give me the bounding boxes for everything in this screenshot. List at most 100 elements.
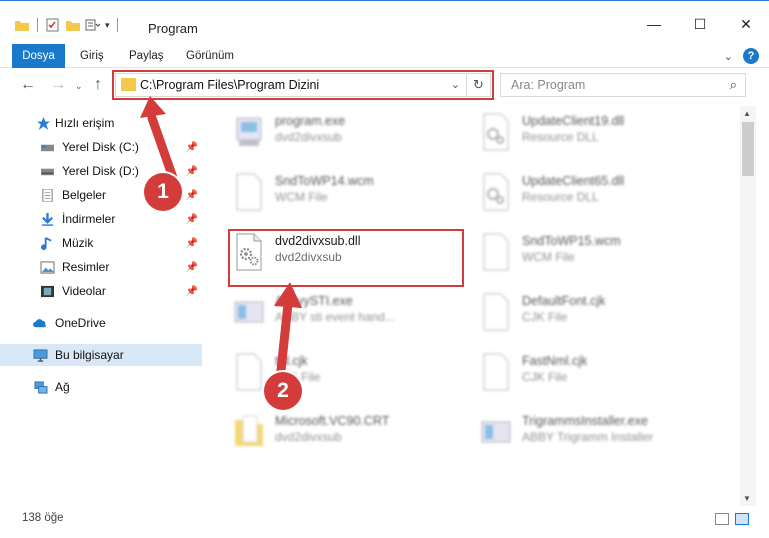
cloud-icon [33,318,46,327]
blank-file-icon [236,353,262,391]
maximize-button[interactable]: ☐ [677,11,723,37]
search-placeholder: Ara: Program [511,78,586,92]
tab-file[interactable]: Dosya [12,44,65,68]
details-view-icon[interactable] [715,513,729,525]
file-item[interactable]: SndToWP15.wcm WCM File [476,226,716,282]
file-name: program.exe [275,114,346,128]
sidebar-item-network[interactable]: Ağ [0,376,202,398]
customize-toolbar-icon[interactable] [85,18,101,32]
tab-share[interactable]: Paylaş [129,44,164,68]
title-bar: ▾ Program — ☐ ✕ [0,0,769,44]
blank-file-icon [483,353,509,391]
file-item[interactable]: TrigrammsInstaller.exe ABBY Trigramm Ins… [476,406,716,462]
file-type: ABBY Trigramm Installer [522,430,654,444]
sidebar-item-label: Ağ [55,380,70,394]
annotation-badge-1: 1 [144,173,182,211]
close-button[interactable]: ✕ [723,11,769,37]
up-arrow-icon[interactable]: ↑ [94,76,102,94]
sidebar-item-onedrive[interactable]: OneDrive [0,312,202,334]
folder-icon [235,415,263,446]
music-icon [41,236,52,250]
minimize-button[interactable]: — [631,11,677,37]
back-arrow-icon[interactable]: ← [20,76,36,94]
file-type: Resource DLL [522,190,599,204]
large-icons-view-icon[interactable] [735,513,749,525]
expand-ribbon-icon[interactable]: ⌄ [724,50,733,63]
drive-icon [41,144,54,151]
search-input[interactable]: Ara: Program ⌕ [500,73,746,97]
file-type: CJK File [522,370,568,384]
file-item[interactable]: FastNml.cjk CJK File [476,346,716,402]
file-name: FastNml.cjk [522,354,588,368]
file-type: WCM File [522,250,575,264]
ribbon-tabs: Dosya Giriş Paylaş Görünüm ⌄ ? [0,44,769,68]
scrollbar-thumb[interactable] [742,122,754,176]
forward-arrow-icon[interactable]: → [50,76,66,94]
sidebar-item-music[interactable]: Müzik 📌 [0,232,202,254]
sidebar-item-label: Yerel Disk (D:) [62,164,139,178]
file-item[interactable]: program.exe dvd2divxsub [229,106,469,162]
sidebar-item-label: Belgeler [62,188,107,202]
drive-icon [41,168,54,175]
scroll-up-icon[interactable]: ▲ [743,109,751,118]
new-folder-icon[interactable] [65,18,81,32]
folder-icon[interactable] [14,18,30,32]
sidebar-item-downloads[interactable]: İndirmeler 📌 [0,208,202,230]
file-type: WCM File [275,190,328,204]
file-type: dvd2divxsub [275,430,342,444]
file-name: UpdateClient65.dll [522,174,625,188]
toolbar-divider [116,18,118,32]
file-name: TrigrammsInstaller.exe [522,414,648,428]
sidebar-item-this-pc[interactable]: Bu bilgisayar [0,344,202,366]
document-icon [42,188,53,202]
file-item[interactable]: SndToWP14.wcm WCM File [229,166,469,222]
help-icon[interactable]: ? [743,48,759,64]
exe-icon [234,301,264,323]
view-switcher [715,513,749,525]
dll-icon [483,113,509,151]
sidebar-item-label: Resimler [62,260,110,274]
file-name: SndToWP14.wcm [275,174,374,188]
properties-icon[interactable] [45,18,61,32]
file-item[interactable]: UpdateClient19.dll Resource DLL [476,106,716,162]
file-name: UpdateClient19.dll [522,114,625,128]
sidebar-item-label: Müzik [62,236,94,250]
file-type: dvd2divxsub [275,130,342,144]
pin-icon[interactable]: 📌 [186,286,198,297]
file-item[interactable]: DefaultFont.cjk CJK File [476,286,716,342]
file-name: DefaultFont.cjk [522,294,606,308]
sidebar-item-label: Hızlı erişim [55,116,115,130]
annotation-badge-2: 2 [264,372,302,410]
network-icon [34,380,48,394]
file-item[interactable]: UpdateClient65.dll Resource DLL [476,166,716,222]
tab-home[interactable]: Giriş [80,44,104,68]
file-type: CJK File [522,310,568,324]
recent-locations-icon[interactable]: ⌄ [75,81,83,92]
star-icon [37,116,50,130]
blank-file-icon [483,233,509,271]
dll-icon [483,173,509,211]
file-type: Resource DLL [522,130,599,144]
sidebar-item-videos[interactable]: Videolar 📌 [0,280,202,302]
file-item[interactable]: Microsoft.VC90.CRT dvd2divxsub [229,406,469,462]
pin-icon[interactable]: 📌 [186,238,198,249]
computer-icon [33,348,48,362]
blank-file-icon [483,293,509,331]
search-icon[interactable]: ⌕ [730,77,737,93]
sidebar-item-pictures[interactable]: Resimler 📌 [0,256,202,278]
sidebar-item-label: Bu bilgisayar [55,348,124,362]
sidebar-item-label: OneDrive [55,316,106,330]
video-icon [41,285,54,297]
file-name: SndToWP15.wcm [522,234,621,248]
sidebar-item-label: İndirmeler [62,212,116,226]
exe-icon [236,117,262,146]
exe-icon [481,421,511,443]
sidebar-item-label: Yerel Disk (C:) [62,140,139,154]
dropdown-arrow-icon[interactable]: ▾ [105,20,110,31]
file-name: Microsoft.VC90.CRT [275,414,390,428]
vertical-scrollbar[interactable]: ▲ ▼ [740,106,756,506]
tab-view[interactable]: Görünüm [186,44,234,68]
pin-icon[interactable]: 📌 [186,214,198,225]
scroll-down-icon[interactable]: ▼ [743,494,751,503]
pin-icon[interactable]: 📌 [186,262,198,273]
